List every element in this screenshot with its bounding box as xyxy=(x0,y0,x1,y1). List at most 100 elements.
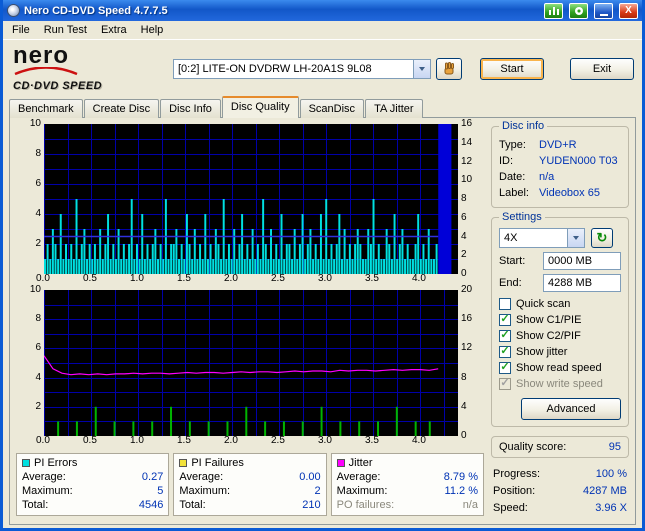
swoosh-icon xyxy=(14,66,78,75)
speed-select-value: 4X xyxy=(504,232,518,244)
stat-label: Average: xyxy=(336,471,381,483)
top-chart-right-axis: 16 14 12 10 8 6 4 2 0 xyxy=(458,119,482,279)
drive-select[interactable]: [0:2] LITE-ON DVDRW LH-20A1S 9L08 xyxy=(173,59,431,79)
stat-label: Average: xyxy=(179,471,224,483)
position-value: 4287 MB xyxy=(582,485,627,497)
axis-tick: 2 xyxy=(35,238,41,249)
axis-tick: 6 xyxy=(461,212,467,223)
axis-tick: 10 xyxy=(461,174,473,185)
checkbox-show-c1-pie[interactable]: ✓ Show C1/PIE xyxy=(499,312,621,328)
progress-label: Progress: xyxy=(493,468,541,480)
titlebar-chart-button[interactable] xyxy=(544,2,563,19)
drive-tool-button[interactable] xyxy=(436,58,462,80)
menu-run-test[interactable]: Run Test xyxy=(37,22,94,38)
tab-scandisc[interactable]: ScanDisc xyxy=(299,99,365,118)
exit-button[interactable]: Exit xyxy=(570,58,634,80)
titlebar-disc-button[interactable] xyxy=(569,2,588,19)
top-chart-left-axis: 10 8 6 4 2 xyxy=(16,119,44,274)
jitter-title: Jitter xyxy=(348,457,373,469)
axis-tick: 10 xyxy=(29,284,41,295)
start-field[interactable]: 0000 MB xyxy=(543,252,621,270)
checkbox-show-c2-pif[interactable]: ✓ Show C2/PIF xyxy=(499,328,621,344)
tab-strip: Benchmark Create Disc Disc Info Disc Qua… xyxy=(3,96,642,118)
axis-tick: 12 xyxy=(461,342,473,353)
disc-type-label: Type: xyxy=(499,139,526,151)
stat-value: n/a xyxy=(462,499,478,511)
jitter-swatch-icon xyxy=(336,459,345,467)
check-icon: ✓ xyxy=(500,328,510,341)
top-chart: 10 8 6 4 2 16 14 12 10 8 6 4 2 0 xyxy=(16,119,484,279)
tab-create-disc[interactable]: Create Disc xyxy=(83,99,160,118)
quality-score-label: Quality score: xyxy=(499,441,567,453)
axis-tick: 6 xyxy=(35,342,41,353)
checkbox-icon: ✓ xyxy=(499,313,511,326)
tab-disc-quality[interactable]: Disc Quality xyxy=(221,96,299,118)
stat-value: 4546 xyxy=(138,499,164,511)
advanced-button[interactable]: Advanced xyxy=(521,398,621,420)
axis-tick: 4 xyxy=(461,401,467,412)
checkbox-label: Show write speed xyxy=(516,378,603,390)
axis-tick: 2.0 xyxy=(224,435,238,446)
stat-value: 0.27 xyxy=(141,471,164,483)
bottom-chart-left-axis: 10 8 6 4 2 xyxy=(16,285,44,436)
axis-tick: 1.5 xyxy=(177,435,191,446)
axis-tick: 8 xyxy=(35,313,41,324)
disc-label-value: Videobox 65 xyxy=(539,187,600,199)
charts-column: 10 8 6 4 2 16 14 12 10 8 6 4 2 0 0.0 0.5 1.0 1.5 2.0 2.5 3… xyxy=(16,119,484,520)
close-button[interactable]: X xyxy=(619,2,638,19)
axis-tick: 8 xyxy=(35,148,41,159)
end-field[interactable]: 4288 MB xyxy=(543,274,621,292)
checkbox-icon xyxy=(499,298,511,310)
axis-tick: 3.5 xyxy=(365,435,379,446)
axis-tick: 0.0 xyxy=(36,273,50,284)
menu-help[interactable]: Help xyxy=(134,22,171,38)
axis-tick: 4 xyxy=(35,372,41,383)
disc-id-label: ID: xyxy=(499,155,514,167)
minimize-button[interactable] xyxy=(594,2,613,19)
check-icon: ✓ xyxy=(500,344,510,357)
stat-label: Total: xyxy=(22,499,49,511)
bar-chart-icon xyxy=(548,7,559,15)
titlebar[interactable]: Nero CD-DVD Speed 4.7.7.5 X xyxy=(3,0,642,21)
menu-extra[interactable]: Extra xyxy=(94,22,134,38)
start-button[interactable]: Start xyxy=(480,58,544,80)
axis-tick: 0.0 xyxy=(36,435,50,446)
nero-wordmark: nero xyxy=(13,42,70,70)
pi-failures-swatch-icon xyxy=(179,459,188,467)
bottom-chart-x-axis: 0.0 0.5 1.0 1.5 2.0 2.5 3.0 3.5 4.0 xyxy=(36,435,458,448)
checkbox-show-jitter[interactable]: ✓ Show jitter xyxy=(499,344,621,360)
disc-icon xyxy=(574,6,583,15)
pi-errors-panel: PI Errors Average: 0.27 Maximum: 5 Total: 4… xyxy=(16,453,170,516)
pi-errors-title: PI Errors xyxy=(34,457,78,469)
menu-file[interactable]: File xyxy=(5,22,37,38)
app-disc-icon xyxy=(7,4,20,17)
refresh-button[interactable]: ↻ xyxy=(591,228,613,248)
pi-failures-title: PI Failures xyxy=(191,457,244,469)
drive-select-arrow[interactable] xyxy=(413,60,430,78)
check-icon: ✓ xyxy=(500,360,510,373)
nero-logo: nero CD·DVD SPEED xyxy=(9,42,161,92)
disc-date-value: n/a xyxy=(539,171,555,183)
axis-tick: 10 xyxy=(29,118,41,129)
settings-group: Settings 4X ↻ Start: 0000 MB End: 4288 M… xyxy=(491,211,629,427)
stat-label: Maximum: xyxy=(22,485,73,497)
settings-title: Settings xyxy=(499,211,545,223)
axis-tick: 16 xyxy=(461,313,473,324)
checkbox-show-read-speed[interactable]: ✓ Show read speed xyxy=(499,360,621,376)
bottom-chart-right-axis: 20 16 12 8 4 0 xyxy=(458,285,482,441)
pi-errors-swatch-icon xyxy=(22,459,30,467)
axis-tick: 6 xyxy=(35,178,41,189)
chevron-down-icon xyxy=(419,67,425,71)
speed-select[interactable]: 4X xyxy=(499,228,585,248)
jitter-panel: Jitter Average: 8.79 % Maximum: 11.2 % PO … xyxy=(330,453,484,516)
tab-ta-jitter[interactable]: TA Jitter xyxy=(365,99,423,118)
stat-value: 8.79 % xyxy=(443,471,478,483)
tab-disc-info[interactable]: Disc Info xyxy=(160,99,221,118)
axis-tick: 3.0 xyxy=(318,273,332,284)
axis-tick: 2.5 xyxy=(271,273,285,284)
tab-benchmark[interactable]: Benchmark xyxy=(9,99,83,118)
speed-select-arrow[interactable] xyxy=(567,229,584,247)
product-wordmark: CD·DVD SPEED xyxy=(13,79,103,92)
scan-end-block xyxy=(438,124,452,274)
checkbox-quick-scan[interactable]: Quick scan xyxy=(499,296,621,312)
